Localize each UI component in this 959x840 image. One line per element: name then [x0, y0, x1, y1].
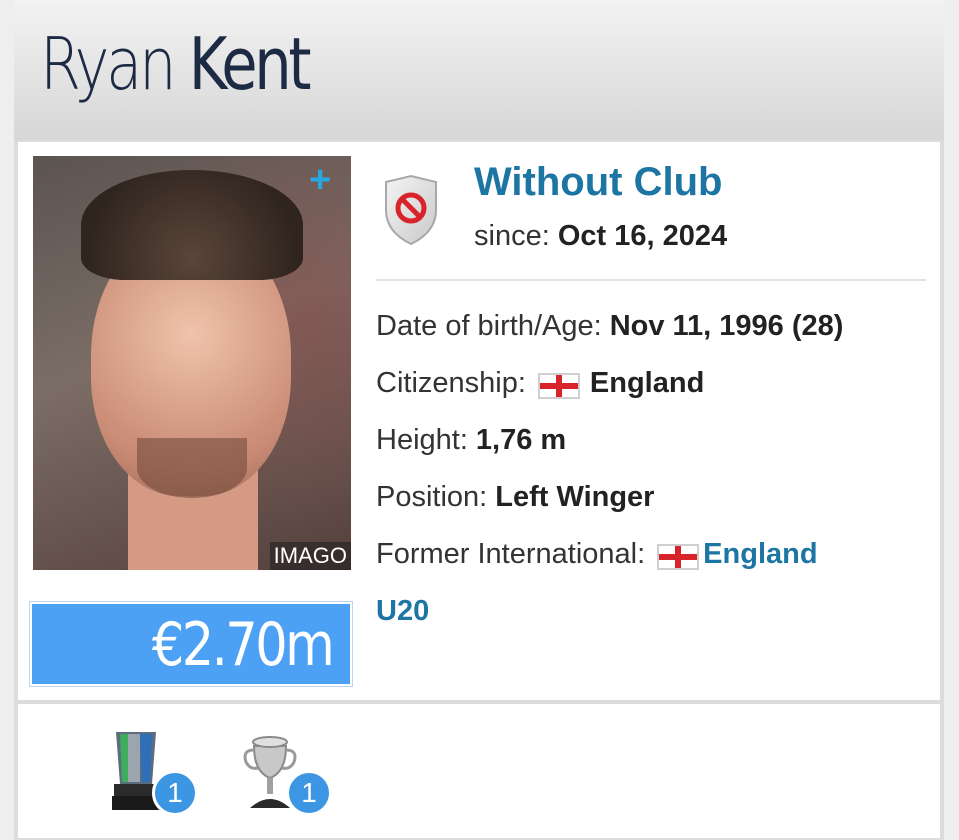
trophy-item[interactable]: 1 [106, 724, 198, 824]
player-photo[interactable]: + IMAGO [33, 156, 351, 570]
dob-row: Date of birth/Age: Nov 11, 1996 (28) [376, 310, 936, 367]
market-value-text: €2.70m [151, 610, 335, 680]
market-value[interactable]: €2.70m [29, 601, 353, 687]
position-label: Position: [376, 481, 488, 513]
height-row: Height: 1,76 m [376, 424, 936, 481]
photo-beard [137, 438, 247, 498]
club-name[interactable]: Without Club [474, 160, 722, 205]
international-team-link[interactable]: England [703, 538, 817, 571]
player-info-card: + IMAGO €2.70m Without Club since: Oct 1… [18, 142, 940, 700]
trophy-bar: 1 1 [18, 704, 940, 838]
international-team-suffix[interactable]: U20 [376, 595, 429, 628]
player-name: Ryan Kent [40, 22, 312, 106]
photo-hair [81, 170, 303, 280]
player-header: Ryan Kent [14, 0, 944, 140]
international-row: Former International: England [376, 538, 936, 595]
player-first-name: Ryan [40, 22, 177, 106]
divider [376, 279, 926, 281]
position-row: Position: Left Winger [376, 481, 936, 538]
player-last-name: Kent [188, 22, 312, 106]
trophy-count: 1 [286, 770, 332, 816]
dob-value: Nov 11, 1996 (28) [609, 310, 844, 342]
dob-label: Date of birth/Age: [376, 310, 602, 342]
citizenship-value: England [589, 367, 705, 399]
position-value: Left Winger [495, 481, 655, 513]
international-row-cont: U20 [376, 595, 936, 652]
since-date: Oct 16, 2024 [557, 220, 728, 252]
height-value: 1,76 m [475, 424, 567, 456]
plus-icon[interactable]: + [309, 160, 331, 200]
citizenship-row: Citizenship: England [376, 367, 936, 424]
international-label: Former International: [376, 538, 646, 570]
player-details: Date of birth/Age: Nov 11, 1996 (28) Cit… [376, 310, 936, 652]
club-since: since: Oct 16, 2024 [474, 220, 727, 253]
england-flag-icon [657, 544, 700, 570]
england-flag-icon [537, 373, 580, 399]
height-label: Height: [376, 424, 468, 456]
citizenship-label: Citizenship: [376, 367, 526, 399]
photo-credit: IMAGO [269, 542, 351, 570]
trophy-item[interactable]: 1 [240, 724, 332, 824]
since-label: since: [474, 220, 550, 252]
no-club-shield-icon [385, 174, 437, 246]
trophy-count: 1 [152, 770, 198, 816]
